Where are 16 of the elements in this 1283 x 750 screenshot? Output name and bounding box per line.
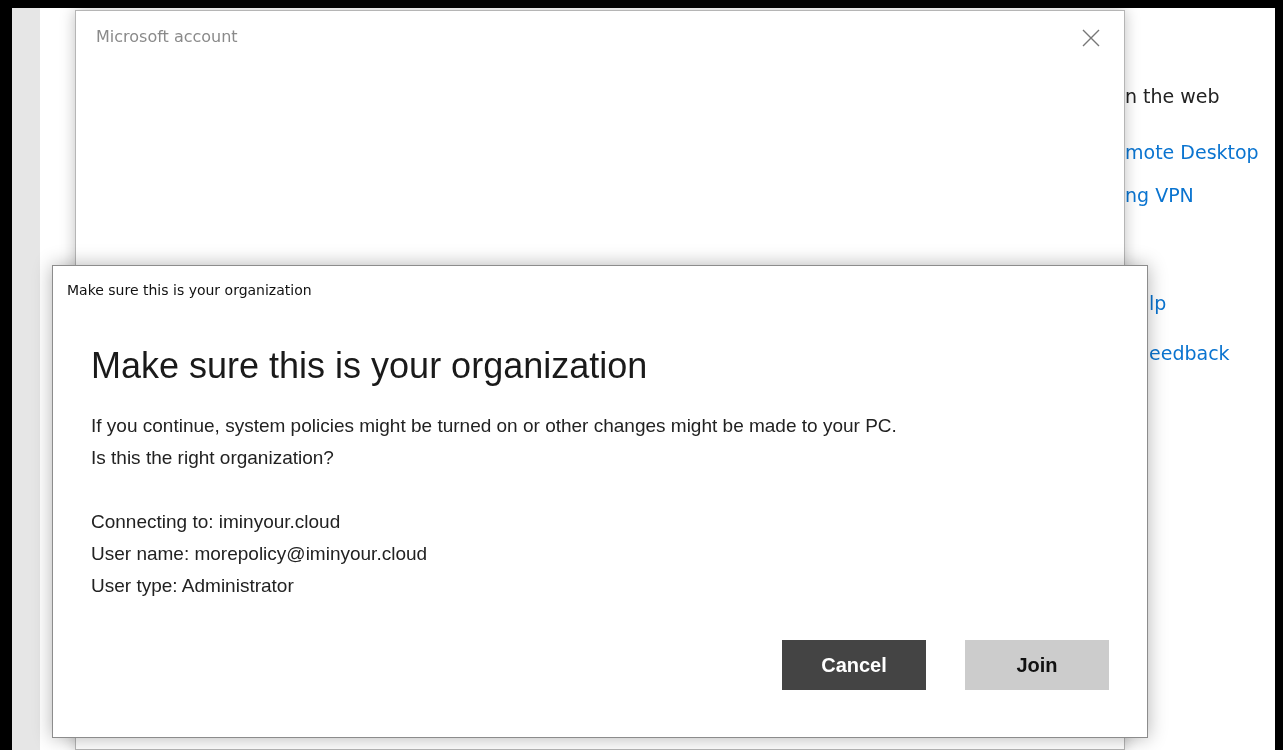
dialog-heading: Make sure this is your organization bbox=[91, 344, 649, 388]
dialog-title: Make sure this is your organization bbox=[67, 282, 313, 298]
detail-text: User type: Administrator bbox=[91, 574, 295, 598]
close-icon[interactable] bbox=[1082, 29, 1100, 47]
cancel-button[interactable]: Cancel bbox=[782, 640, 926, 690]
detail-text: Connecting to: iminyour.cloud bbox=[91, 510, 342, 534]
settings-link[interactable]: mote Desktop bbox=[1125, 140, 1259, 164]
message-text: Is this the right organization? bbox=[91, 446, 335, 470]
settings-link[interactable]: ng VPN bbox=[1125, 183, 1194, 207]
detail-text: User name: morepolicy@iminyour.cloud bbox=[91, 542, 429, 566]
message-text: If you continue, system policies might be turned on or other changes might be made to your PC. bbox=[91, 414, 898, 438]
settings-link[interactable]: lp bbox=[1149, 291, 1167, 315]
join-button[interactable]: Join bbox=[965, 640, 1109, 690]
settings-link[interactable]: eedback bbox=[1149, 341, 1230, 365]
window-title: Microsoft account bbox=[96, 27, 238, 46]
settings-text: n the web bbox=[1125, 84, 1220, 108]
